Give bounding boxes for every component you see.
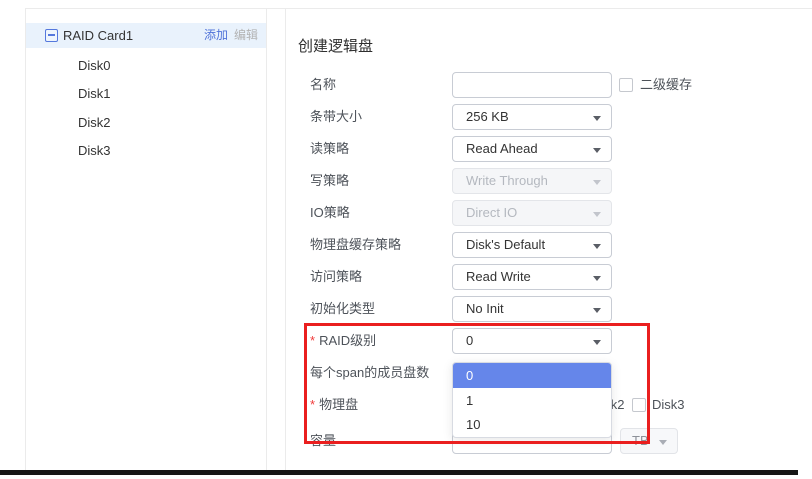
form-row-stripe-size: 条带大小 256 KB	[298, 104, 812, 130]
read-policy-select[interactable]: Read Ahead	[452, 136, 612, 162]
name-input[interactable]	[452, 72, 612, 98]
capacity-unit-select[interactable]: TB	[620, 428, 678, 454]
chevron-down-icon	[593, 180, 601, 185]
pd-cache-policy-select[interactable]: Disk's Default	[452, 232, 612, 258]
disk3-checkbox[interactable]	[632, 398, 646, 412]
raid-card-label: RAID Card1	[63, 23, 133, 48]
form-row-raid-level: * RAID级别 0	[298, 328, 812, 354]
raid-management-page: RAID Card1 添加 编辑 Disk0 Disk1 Disk2 Disk3…	[0, 0, 812, 479]
form-row-name: 名称 二级缓存	[298, 72, 812, 98]
form-row-io-policy: IO策略 Direct IO	[298, 200, 812, 226]
capacity-unit-value: TB	[632, 433, 649, 448]
secondary-cache-label: 二级缓存	[640, 72, 692, 98]
form-row-write-policy: 写策略 Write Through	[298, 168, 812, 194]
sidebar-item-disk2[interactable]: Disk2	[78, 114, 111, 132]
raid-tree-sidebar: RAID Card1 添加 编辑 Disk0 Disk1 Disk2 Disk3	[25, 8, 267, 470]
field-label-pd-cache-policy: 物理盘缓存策略	[310, 232, 401, 258]
raid-level-option-10[interactable]: 10	[453, 412, 611, 437]
required-asterisk: *	[310, 397, 315, 412]
raid-level-value: 0	[466, 333, 473, 348]
sidebar-item-raid-card[interactable]: RAID Card1 添加 编辑	[26, 23, 266, 48]
page-title: 创建逻辑盘	[298, 35, 373, 56]
form-row-pd-cache-policy: 物理盘缓存策略 Disk's Default	[298, 232, 812, 258]
field-label-io-policy: IO策略	[310, 200, 350, 226]
chevron-down-icon	[593, 116, 601, 121]
field-label-read-policy: 读策略	[310, 136, 349, 162]
disk3-checkbox-label: Disk3	[652, 392, 685, 418]
chevron-down-icon	[593, 244, 601, 249]
raid-level-select[interactable]: 0	[452, 328, 612, 354]
raid-level-option-0[interactable]: 0	[453, 363, 611, 388]
field-label-write-policy: 写策略	[310, 168, 349, 194]
raid-level-option-1[interactable]: 1	[453, 388, 611, 413]
chevron-down-icon	[593, 276, 601, 281]
chevron-down-icon	[659, 440, 667, 445]
field-label-access-policy: 访问策略	[310, 264, 362, 290]
sidebar-item-disk1[interactable]: Disk1	[78, 85, 111, 103]
field-label-capacity: 容量	[310, 428, 336, 454]
field-label-stripe-size: 条带大小	[310, 104, 362, 130]
sidebar-item-disk0[interactable]: Disk0	[78, 57, 111, 75]
write-policy-select: Write Through	[452, 168, 612, 194]
field-label-physical-disks: * 物理盘	[310, 392, 358, 418]
init-type-value: No Init	[466, 301, 504, 316]
secondary-cache-checkbox[interactable]	[619, 78, 633, 92]
init-type-select[interactable]: No Init	[452, 296, 612, 322]
pd-cache-policy-value: Disk's Default	[466, 237, 545, 252]
access-policy-select[interactable]: Read Write	[452, 264, 612, 290]
chevron-down-icon	[593, 340, 601, 345]
raid-level-label-text: RAID级别	[319, 333, 376, 348]
required-asterisk: *	[310, 333, 315, 348]
form-row-init-type: 初始化类型 No Init	[298, 296, 812, 322]
io-policy-value: Direct IO	[466, 205, 517, 220]
form-row-read-policy: 读策略 Read Ahead	[298, 136, 812, 162]
sidebar-item-disk3[interactable]: Disk3	[78, 142, 111, 160]
field-label-init-type: 初始化类型	[310, 296, 375, 322]
stripe-size-select[interactable]: 256 KB	[452, 104, 612, 130]
stripe-size-value: 256 KB	[466, 109, 509, 124]
chevron-down-icon	[593, 308, 601, 313]
field-label-span-members: 每个span的成员盘数	[310, 360, 429, 386]
access-policy-value: Read Write	[466, 269, 531, 284]
add-link[interactable]: 添加	[204, 23, 228, 48]
collapse-minus-icon[interactable]	[45, 29, 58, 42]
chevron-down-icon	[593, 212, 601, 217]
physical-disks-label-text: 物理盘	[319, 397, 358, 412]
field-label-raid-level: * RAID级别	[310, 328, 376, 354]
io-policy-select: Direct IO	[452, 200, 612, 226]
raid-level-dropdown: 0 1 10	[452, 362, 612, 438]
chevron-down-icon	[593, 148, 601, 153]
edit-link[interactable]: 编辑	[234, 23, 258, 48]
write-policy-value: Write Through	[466, 173, 548, 188]
form-panel-left-border	[285, 8, 286, 470]
form-row-access-policy: 访问策略 Read Write	[298, 264, 812, 290]
read-policy-value: Read Ahead	[466, 141, 538, 156]
bottom-edge-bar	[0, 470, 798, 475]
field-label-name: 名称	[310, 72, 336, 98]
